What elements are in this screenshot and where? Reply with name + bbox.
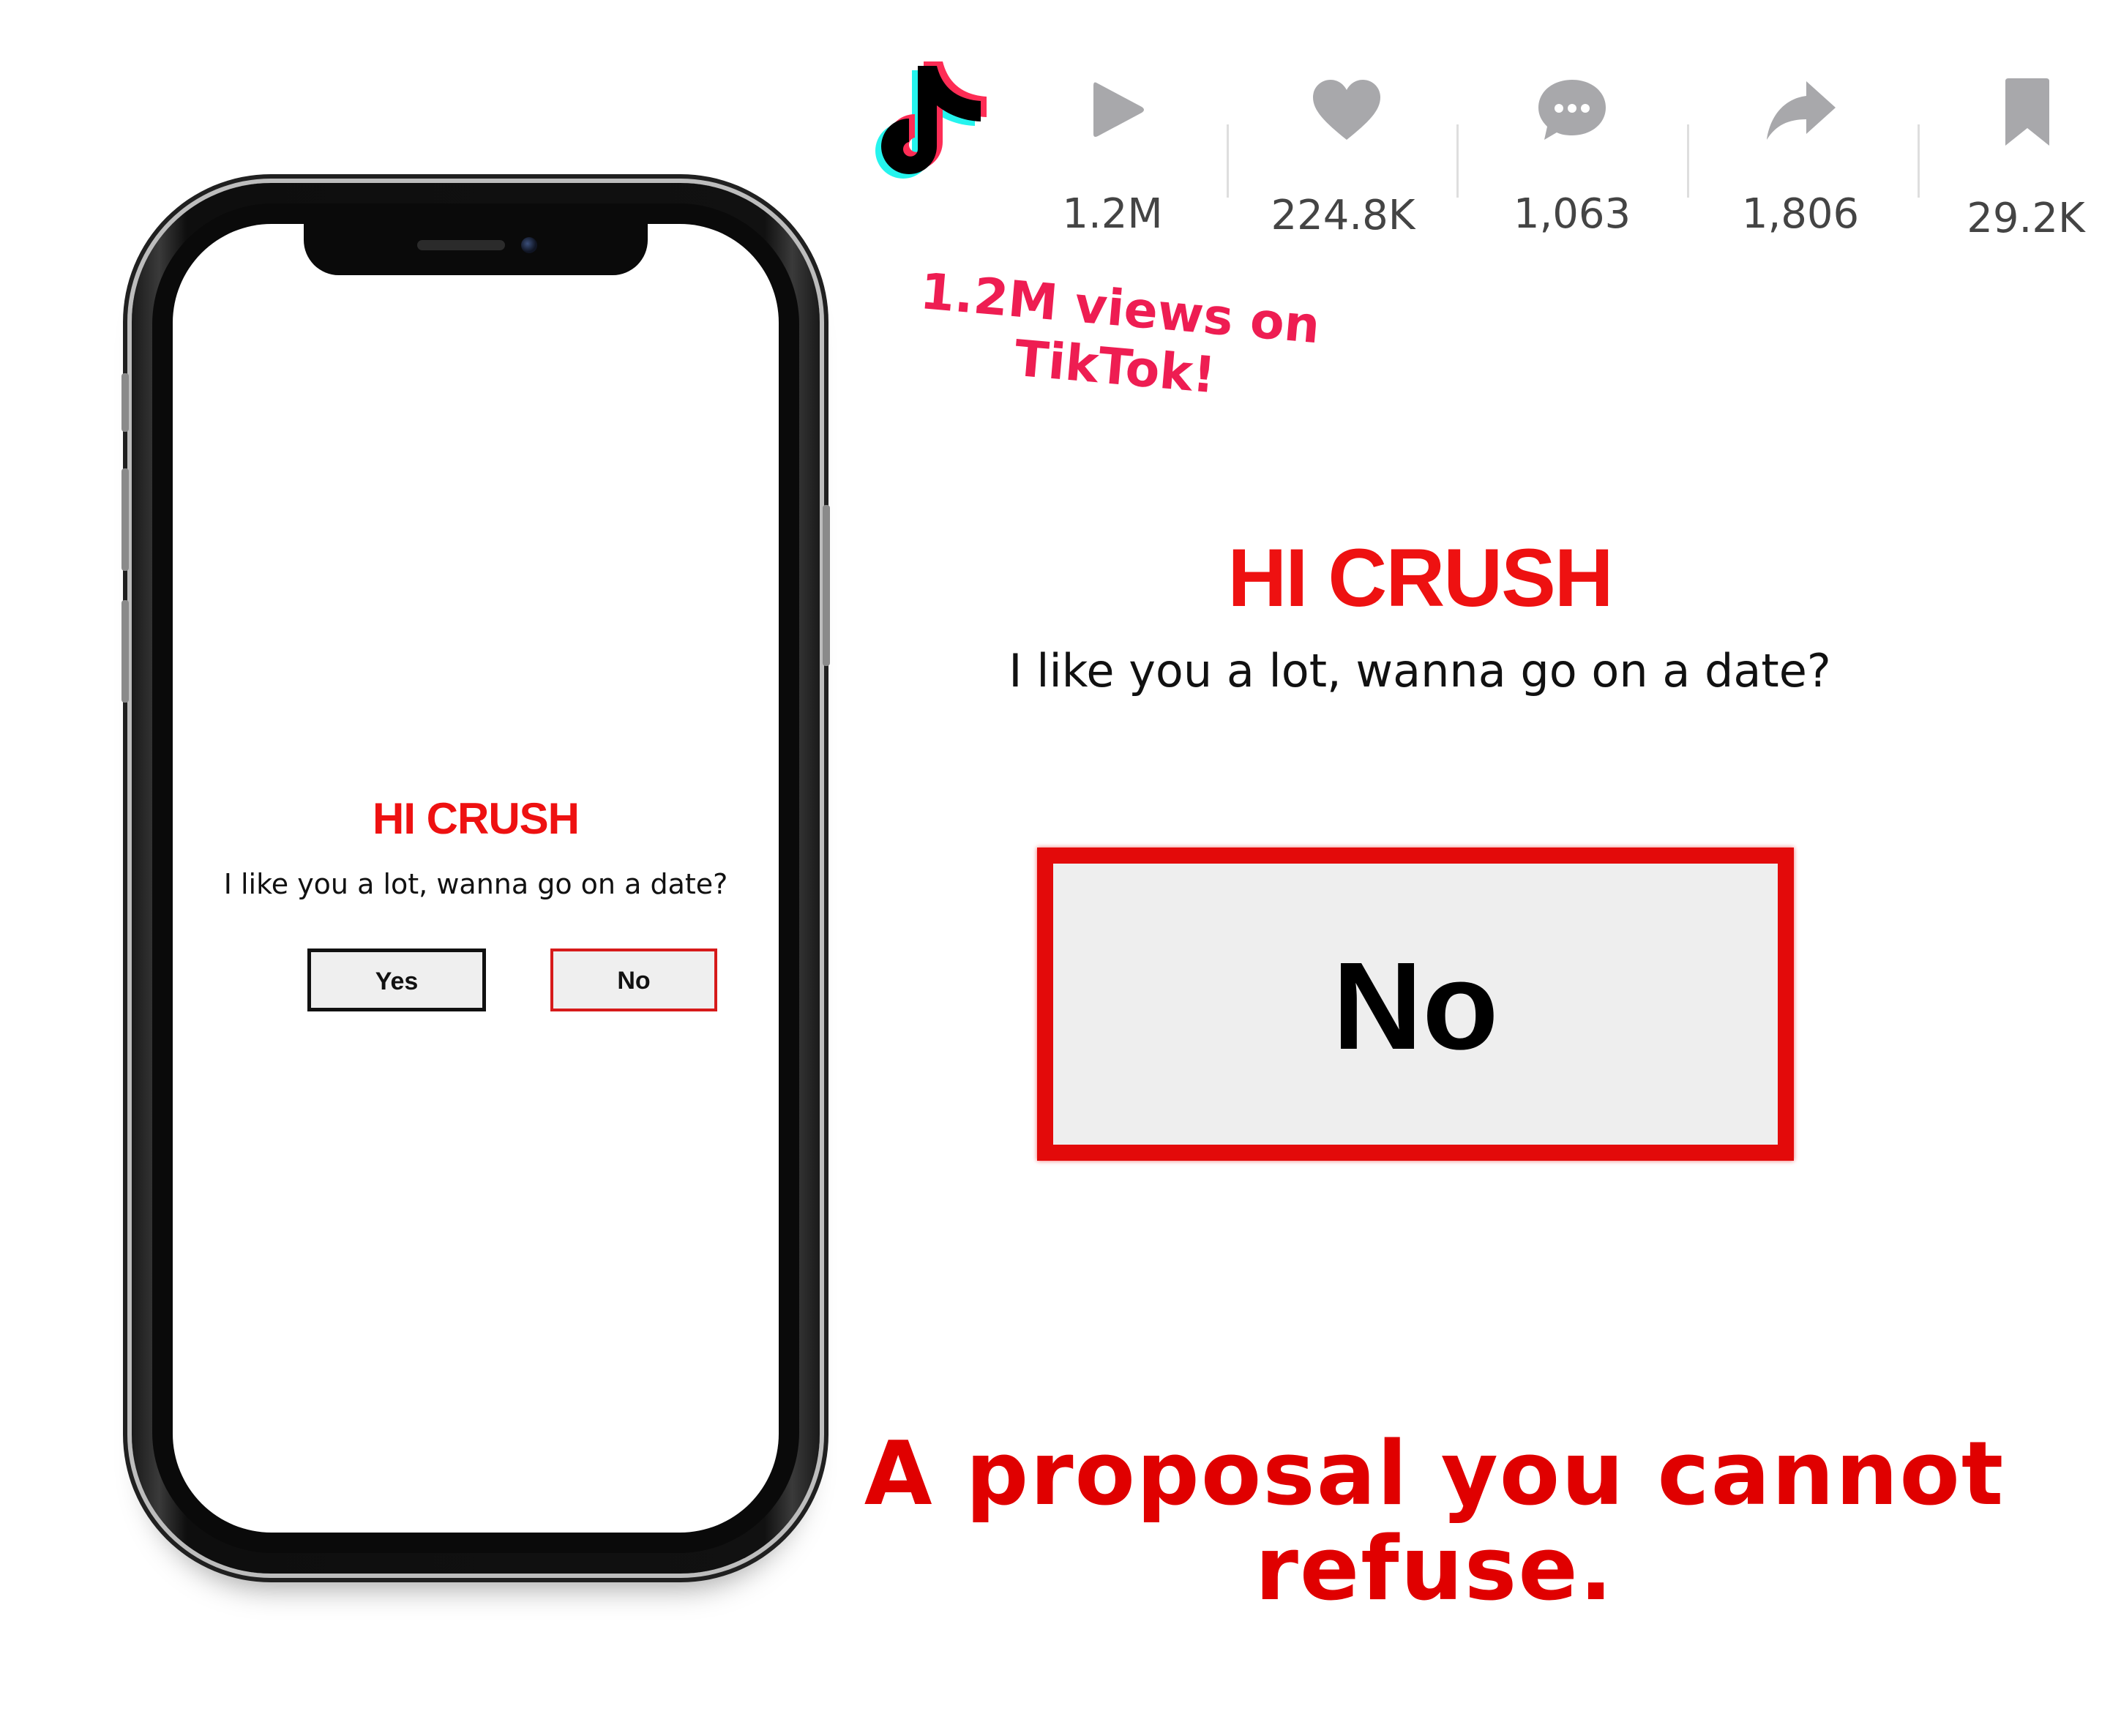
phone-speaker [417, 240, 505, 250]
phone-volume-down-button [121, 600, 129, 703]
share-icon [1767, 81, 1836, 140]
camera-icon [521, 237, 537, 253]
views-count: 1.2M [1062, 190, 1163, 238]
zoomed-subtitle: I like you a lot, wanna go on a date? [1009, 644, 1831, 697]
phone-page-title: HI CRUSH [372, 794, 580, 843]
bookmark-icon [2005, 78, 2049, 146]
phone-screen: HI CRUSH I like you a lot, wanna go on a… [173, 224, 779, 1533]
shares-count: 1,806 [1741, 190, 1860, 238]
yes-button[interactable]: Yes [307, 949, 486, 1011]
phone-mockup: HI CRUSH I like you a lot, wanna go on a… [121, 183, 830, 1574]
likes-count: 224.8K [1271, 192, 1415, 239]
stat-divider [1456, 124, 1459, 198]
tagline-line2: refuse. [1254, 1519, 1615, 1620]
phone-side-button [121, 373, 129, 432]
comments-count: 1,063 [1513, 190, 1631, 238]
tagline-line1: A proposal you cannot [864, 1423, 2005, 1525]
no-button[interactable]: No [550, 949, 717, 1011]
phone-notch [304, 224, 648, 275]
heart-icon [1313, 80, 1380, 140]
stat-divider [1227, 124, 1229, 198]
stat-divider [1687, 124, 1689, 198]
phone-volume-up-button [121, 468, 129, 571]
play-icon [1093, 82, 1144, 137]
zoomed-title: HI CRUSH [1227, 532, 1613, 624]
stat-divider [1918, 124, 1920, 198]
saves-count: 29.2K [1967, 195, 2085, 242]
phone-page-subtitle: I like you a lot, wanna go on a date? [223, 868, 728, 900]
comment-icon [1538, 80, 1606, 140]
phone-power-button [823, 505, 830, 666]
tagline: A proposal you cannot refuse. [842, 1427, 2027, 1617]
zoomed-no-button[interactable]: No [1037, 848, 1794, 1161]
tiktok-logo-icon [875, 61, 987, 179]
views-note: 1.2M views on TikTok! [879, 260, 1356, 417]
